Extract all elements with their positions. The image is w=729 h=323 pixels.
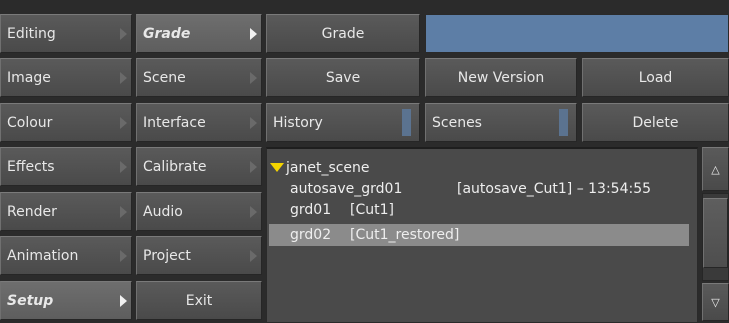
menu-animation[interactable]: Animation [0,236,132,275]
menu-colour[interactable]: Colour [0,103,132,142]
arrow-right-icon [250,160,257,173]
expand-triangle-icon [270,163,284,172]
new-version-button[interactable]: New Version [425,58,577,97]
arrow-right-icon [250,205,257,218]
history-tab-indicator [402,109,411,136]
grade-detail: [autosave_Cut1] – 13:54:55 [457,181,652,197]
arrow-right-icon [120,249,127,262]
menu-render[interactable]: Render [0,192,132,231]
menu-scene[interactable]: Scene [136,58,262,97]
grade-name: grd02 [290,227,332,243]
scroll-down-button[interactable]: ▽ [702,283,729,321]
scene-name: janet_scene [286,160,370,176]
grade-button[interactable]: Grade [266,14,420,53]
exit-button[interactable]: Exit [136,281,262,320]
menu-audio-label: Audio [143,203,183,220]
scenes-tab-indicator [559,109,568,136]
list-item[interactable]: autosave_grd01 [autosave_Cut1] – 13:54:5… [267,178,697,200]
scenes-tab-label: Scenes [432,114,482,131]
grade-detail: [Cut1] [350,202,394,218]
arrow-right-icon [250,71,257,84]
menu-interface-label: Interface [143,114,206,131]
menu-animation-label: Animation [7,247,79,264]
grade-name-field[interactable] [425,14,729,53]
list-item-scene[interactable]: janet_scene [267,157,697,179]
history-list[interactable]: janet_scene autosave_grd01 [autosave_Cut… [266,147,698,323]
menu-grade[interactable]: Grade [136,14,262,53]
grade-button-label: Grade [321,25,365,42]
arrow-right-icon [120,27,127,40]
menu-project-label: Project [143,247,191,264]
menu-setup-label: Setup [7,292,54,309]
grade-detail: [Cut1_restored] [350,227,460,243]
grade-name: grd01 [290,202,332,218]
new-version-button-label: New Version [457,69,545,86]
scroll-up-icon: △ [711,162,720,176]
scroll-up-button[interactable]: △ [702,147,729,191]
menu-project[interactable]: Project [136,236,262,275]
arrow-right-icon [120,116,127,129]
save-button[interactable]: Save [266,58,420,97]
scroll-down-icon: ▽ [711,295,720,309]
exit-button-label: Exit [185,292,213,309]
menu-scene-label: Scene [143,69,186,86]
menu-calibrate[interactable]: Calibrate [136,147,262,186]
menu-image[interactable]: Image [0,58,132,97]
list-item-selected[interactable]: grd02 [Cut1_restored] [269,224,689,246]
menu-colour-label: Colour [7,114,53,131]
load-button[interactable]: Load [582,58,729,97]
menu-setup[interactable]: Setup [0,281,132,320]
scrollbar-thumb[interactable] [703,198,728,268]
arrow-right-icon [250,27,257,40]
grade-name: autosave_grd01 [290,181,403,197]
menu-effects[interactable]: Effects [0,147,132,186]
arrow-right-icon [250,116,257,129]
arrow-right-icon [120,71,127,84]
arrow-right-icon [250,249,257,262]
save-button-label: Save [325,69,361,86]
arrow-right-icon [120,294,127,307]
history-tab-label: History [273,114,323,131]
scrollbar-track[interactable] [702,193,729,281]
load-button-label: Load [638,69,673,86]
menu-editing-label: Editing [7,25,56,42]
menu-render-label: Render [7,203,57,220]
menu-grade-label: Grade [143,25,191,42]
menu-editing[interactable]: Editing [0,14,132,53]
menu-image-label: Image [7,69,51,86]
menu-calibrate-label: Calibrate [143,158,207,175]
arrow-right-icon [120,160,127,173]
history-tab[interactable]: History [266,103,420,142]
menu-interface[interactable]: Interface [136,103,262,142]
menu-audio[interactable]: Audio [136,192,262,231]
arrow-right-icon [120,205,127,218]
list-item[interactable]: grd01 [Cut1] [267,199,697,221]
menu-effects-label: Effects [7,158,55,175]
delete-button-label: Delete [632,114,679,131]
delete-button[interactable]: Delete [582,103,729,142]
scenes-tab[interactable]: Scenes [425,103,577,142]
